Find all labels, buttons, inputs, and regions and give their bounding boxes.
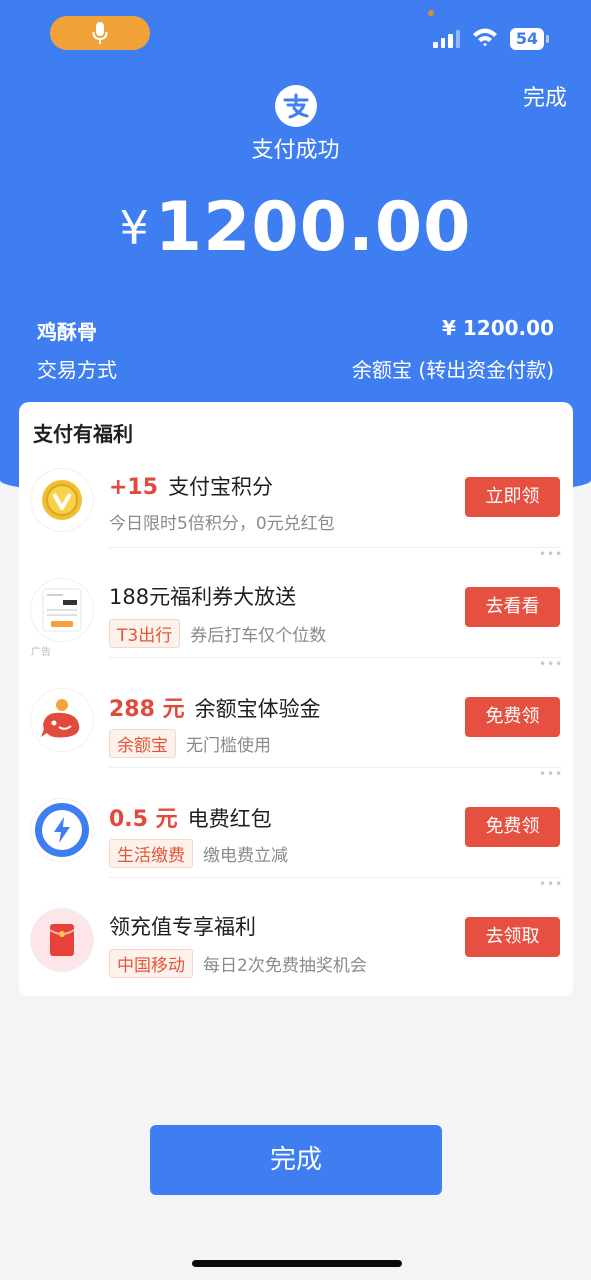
ad-label: 广告 xyxy=(31,647,51,658)
battery-level: 54 xyxy=(515,29,539,48)
free-claim-button[interactable]: 免费领 xyxy=(465,697,560,737)
item-divider xyxy=(109,767,561,768)
benefit-subtitle: 今日限时5倍积分，0元兑红包 xyxy=(109,509,335,534)
benefit-name: 支付宝积分 xyxy=(168,475,274,499)
benefit-highlight: +15 xyxy=(109,475,159,500)
free-claim-button[interactable]: 免费领 xyxy=(465,807,560,847)
merchant-name: 鸡酥骨 xyxy=(37,320,97,344)
red-envelope-icon xyxy=(31,909,93,971)
cellular-signal-icon xyxy=(433,30,461,48)
payment-method-label: 交易方式 xyxy=(37,358,117,382)
microphone-indicator[interactable] xyxy=(50,16,150,50)
benefit-title: 领充值专享福利 xyxy=(109,911,256,941)
payment-method-row: 交易方式 余额宝 (转出资金付款) xyxy=(37,354,554,383)
more-options-icon[interactable]: ••• xyxy=(539,657,563,671)
benefit-name: 电费红包 xyxy=(187,807,272,831)
item-divider xyxy=(109,547,561,548)
payment-amount: ¥1200.00 xyxy=(0,188,591,267)
benefit-tag: 生活缴费 xyxy=(109,839,193,868)
benefit-subtitle: 余额宝 无门槛使用 xyxy=(109,729,271,758)
benefit-desc: 无门槛使用 xyxy=(186,736,271,756)
points-coin-icon xyxy=(31,469,93,531)
benefit-desc: 每日2次免费抽奖机会 xyxy=(203,956,367,976)
item-divider xyxy=(109,657,561,658)
more-options-icon[interactable]: ••• xyxy=(539,767,563,781)
done-link[interactable]: 完成 xyxy=(505,80,585,112)
home-indicator[interactable] xyxy=(192,1260,402,1267)
benefit-highlight: 288 元 xyxy=(109,697,185,722)
benefit-desc: 今日限时5倍积分，0元兑红包 xyxy=(109,514,335,534)
benefit-title: 288 元余额宝体验金 xyxy=(109,691,321,723)
t3-travel-app-icon xyxy=(31,579,93,641)
benefit-subtitle: 中国移动 每日2次免费抽奖机会 xyxy=(109,949,367,978)
more-options-icon[interactable]: ••• xyxy=(539,877,563,891)
merchant-amount: ¥ 1200.00 xyxy=(442,316,554,340)
amount-value: 1200.00 xyxy=(154,188,472,267)
camera-indicator-dot xyxy=(428,10,434,16)
go-claim-button[interactable]: 去领取 xyxy=(465,917,560,957)
benefit-name: 188元福利券大放送 xyxy=(109,585,297,609)
benefit-tag: T3出行 xyxy=(109,619,181,648)
benefit-item-electricity[interactable]: ••• 0.5 元电费红包 生活缴费 缴电费立减 免费领 xyxy=(19,767,573,909)
benefit-subtitle: T3出行 券后打车仅个位数 xyxy=(109,619,326,648)
benefit-highlight: 0.5 元 xyxy=(109,807,178,832)
benefit-item-china-mobile[interactable]: ••• 领充值专享福利 中国移动 每日2次免费抽奖机会 去领取 xyxy=(19,877,573,1019)
battery-terminal xyxy=(546,35,549,43)
claim-now-button[interactable]: 立即领 xyxy=(465,477,560,517)
battery-icon: 54 xyxy=(510,28,544,50)
benefit-tag: 中国移动 xyxy=(109,949,193,978)
benefit-item-t3-coupon[interactable]: ••• 广告 188元福利券大放送 T3出行 券后打车仅个位数 去看看 xyxy=(19,547,573,689)
more-options-icon[interactable]: ••• xyxy=(539,547,563,561)
benefit-subtitle: 生活缴费 缴电费立减 xyxy=(109,839,288,868)
wifi-icon xyxy=(473,28,497,47)
benefit-title: +15 支付宝积分 xyxy=(109,471,273,501)
alipay-icon xyxy=(283,93,309,119)
benefit-tag: 余额宝 xyxy=(109,729,176,758)
benefits-card: 支付有福利 +15 支付宝积分 今日限时5倍积分，0元兑红包 立即领 ••• 广… xyxy=(19,402,573,996)
benefit-name: 领充值专享福利 xyxy=(109,915,256,939)
alipay-logo xyxy=(275,85,317,127)
benefit-title: 188元福利券大放送 xyxy=(109,581,296,611)
view-button[interactable]: 去看看 xyxy=(465,587,560,627)
electricity-bolt-icon xyxy=(31,799,93,861)
currency-symbol: ¥ xyxy=(119,201,149,255)
payment-success-title: 支付成功 xyxy=(251,138,340,163)
benefit-name: 余额宝体验金 xyxy=(194,697,321,721)
merchant-row: 鸡酥骨 ¥ 1200.00 xyxy=(37,316,554,345)
benefit-desc: 券后打车仅个位数 xyxy=(190,626,327,646)
item-divider xyxy=(109,877,561,878)
done-button[interactable]: 完成 xyxy=(150,1125,442,1195)
yuebao-whale-icon xyxy=(31,689,93,751)
benefit-desc: 缴电费立减 xyxy=(203,846,288,866)
benefit-title: 0.5 元电费红包 xyxy=(109,801,272,833)
benefits-title: 支付有福利 xyxy=(33,422,133,446)
payment-method-value: 余额宝 (转出资金付款) xyxy=(352,358,554,382)
benefit-item-points[interactable]: +15 支付宝积分 今日限时5倍积分，0元兑红包 立即领 xyxy=(19,469,573,579)
benefit-item-yuebao[interactable]: ••• 288 元余额宝体验金 余额宝 无门槛使用 免费领 xyxy=(19,657,573,799)
microphone-icon xyxy=(92,22,108,44)
